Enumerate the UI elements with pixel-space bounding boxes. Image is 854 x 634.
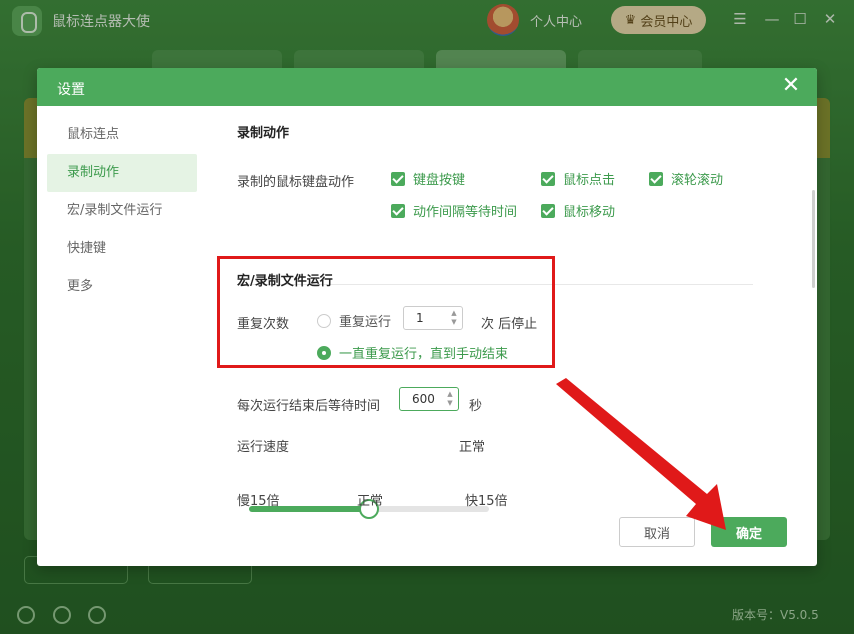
wheel-scroll-checkbox[interactable]: 滚轮滚动 [649, 169, 723, 188]
wait-time-stepper[interactable]: ▲▼ [399, 387, 459, 411]
dialog-header: 设置 ✕ [37, 68, 817, 106]
mouse-click-checkbox[interactable]: 鼠标点击 [541, 169, 615, 188]
nav-item-macro-run[interactable]: 宏/录制文件运行 [47, 192, 197, 230]
nav-item-more[interactable]: 更多 [47, 268, 197, 306]
content-scrollbar[interactable] [812, 190, 815, 288]
mouse-move-checkbox[interactable]: 鼠标移动 [541, 201, 615, 220]
nav-item-hotkeys[interactable]: 快捷键 [47, 230, 197, 268]
checkbox-label: 动作间隔等待时间 [413, 205, 518, 220]
checkbox-checked-icon [391, 171, 405, 186]
stepper-arrows-icon[interactable]: ▲ ▼ [446, 390, 454, 408]
speed-min-label: 慢15倍 [237, 494, 280, 509]
settings-dialog: 设置 ✕ 鼠标连点 录制动作 宏/录制文件运行 快捷键 更多 录制动作 录制的鼠… [37, 68, 817, 566]
record-section-title: 录制动作 [237, 126, 290, 141]
annotation-highlight-box [217, 256, 555, 368]
checkbox-label: 鼠标点击 [563, 173, 616, 188]
checkbox-label: 鼠标移动 [563, 205, 616, 220]
settings-content: 录制动作 录制的鼠标键盘动作 键盘按键 鼠标点击 滚轮滚动 动作间隔等待时间 鼠… [217, 108, 807, 519]
checkbox-label: 键盘按键 [413, 173, 466, 188]
close-icon[interactable]: ✕ [779, 74, 803, 98]
settings-nav: 鼠标连点 录制动作 宏/录制文件运行 快捷键 更多 [47, 116, 197, 306]
speed-max-label: 快15倍 [465, 494, 508, 509]
speed-label: 运行速度 [237, 440, 290, 455]
record-actions-label: 录制的鼠标键盘动作 [237, 175, 355, 190]
wait-unit-label: 秒 [469, 399, 483, 414]
action-interval-checkbox[interactable]: 动作间隔等待时间 [391, 201, 517, 220]
checkbox-checked-icon [541, 171, 555, 186]
ok-button[interactable]: 确定 [711, 517, 787, 547]
dialog-title: 设置 [57, 82, 85, 98]
checkbox-checked-icon [649, 171, 663, 186]
keyboard-keys-checkbox[interactable]: 键盘按键 [391, 169, 465, 188]
nav-item-record[interactable]: 录制动作 [47, 154, 197, 192]
wait-time-label: 每次运行结束后等待时间 [237, 399, 381, 414]
nav-item-mouse-click[interactable]: 鼠标连点 [47, 116, 197, 154]
checkbox-checked-icon [391, 203, 405, 218]
checkbox-label: 滚轮滚动 [671, 173, 724, 188]
checkbox-checked-icon [541, 203, 555, 218]
speed-mid-label: 正常 [357, 494, 384, 509]
cancel-button[interactable]: 取消 [619, 517, 695, 547]
speed-current-value: 正常 [459, 440, 486, 455]
